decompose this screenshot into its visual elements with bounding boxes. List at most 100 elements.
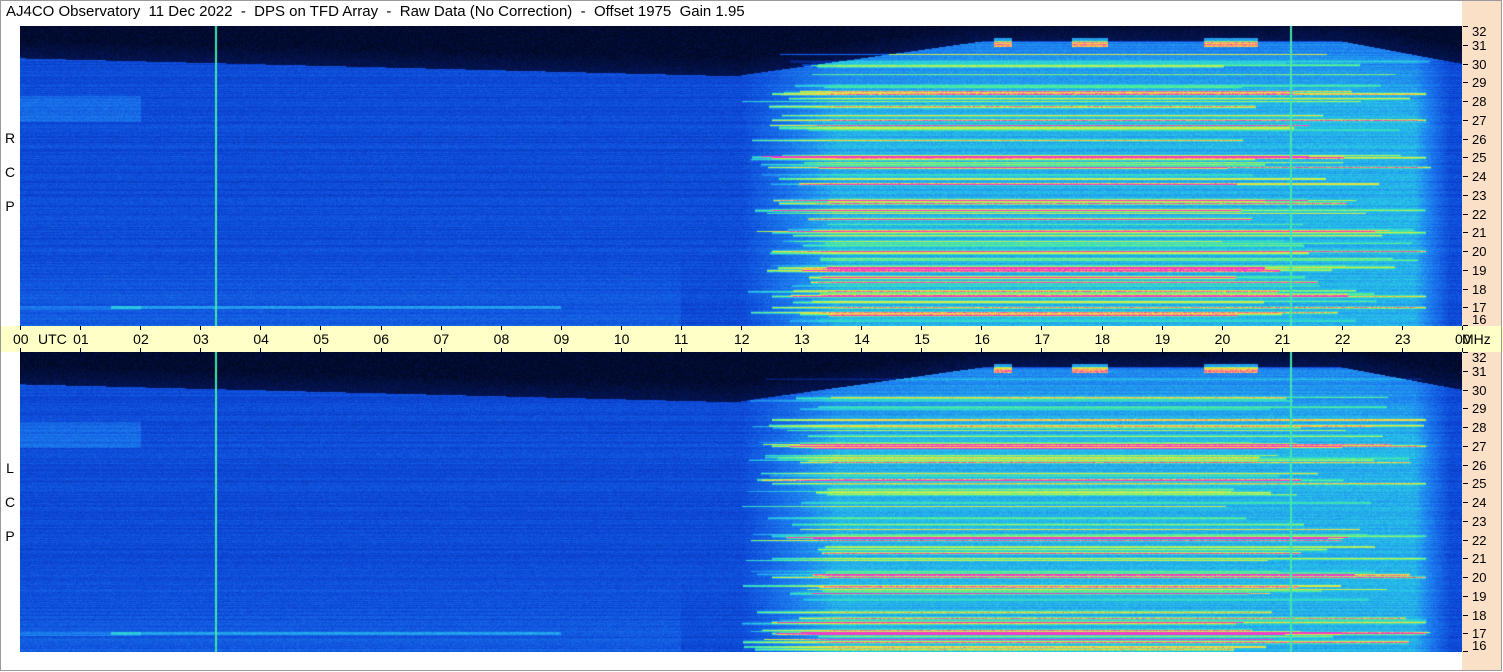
utc-tick-mark <box>680 326 682 330</box>
utc-tick-mark <box>620 326 622 330</box>
polarization-letter: C <box>4 494 16 510</box>
utc-tick-mark <box>440 348 442 352</box>
frequency-tick-label: 18 <box>1472 281 1487 297</box>
frequency-tick-mark <box>1463 651 1468 652</box>
frequency-tick-mark <box>1463 232 1468 234</box>
utc-tick-mark <box>921 326 923 330</box>
frequency-tick-label: 17 <box>1472 300 1487 316</box>
utc-tick-mark <box>1221 348 1223 352</box>
frequency-tick-mark <box>1463 194 1468 196</box>
frequency-tick-mark <box>1463 595 1468 597</box>
frequency-tick-label: 30 <box>1472 56 1487 72</box>
frequency-tick-label: 25 <box>1472 476 1487 492</box>
lcp-spectrogram-canvas <box>20 352 1462 652</box>
utc-tick-label: 23 <box>1394 331 1411 347</box>
utc-tick-label: 07 <box>433 331 450 347</box>
frequency-tick-mark <box>1463 502 1468 503</box>
utc-tick-mark <box>80 348 82 352</box>
frequency-tick-mark <box>1463 389 1468 391</box>
utc-tick-mark <box>1462 326 1463 330</box>
frequency-tick-label: 31 <box>1472 363 1487 379</box>
utc-tick-mark <box>1041 326 1043 330</box>
frequency-tick-mark <box>1463 352 1468 353</box>
utc-tick-mark <box>1341 348 1343 352</box>
frequency-tick-label: 19 <box>1472 588 1487 604</box>
utc-tick-mark <box>320 348 322 352</box>
utc-tick-mark <box>560 348 562 352</box>
utc-tick-mark <box>861 348 863 352</box>
utc-tick-mark <box>500 348 502 352</box>
frequency-tick-mark <box>1463 614 1468 616</box>
frequency-tick-mark <box>1463 539 1468 541</box>
utc-axis-label: UTC <box>38 331 67 347</box>
lcp-polarization-label: L C P <box>3 451 17 553</box>
utc-tick-mark <box>1281 348 1283 352</box>
lcp-frequency-axis: 16 17 18 19 20 21 22 23 24 25 26 27 28 29 30 31 32 <box>1462 350 1502 652</box>
utc-tick-mark <box>380 348 382 352</box>
utc-tick-label: 01 <box>73 331 89 347</box>
utc-tick-label: 19 <box>1154 331 1171 347</box>
utc-time-axis: UTC MHz 00 01 02 03 04 05 06 07 08 09 10 11 12 13 14 15… <box>0 326 1503 352</box>
frequency-tick-mark <box>1463 520 1468 522</box>
frequency-tick-label: 32 <box>1472 350 1487 365</box>
frequency-tick-label: 26 <box>1472 131 1487 147</box>
utc-tick-label: 04 <box>253 331 269 347</box>
utc-tick-mark <box>801 348 803 352</box>
frequency-tick-label: 18 <box>1472 607 1487 623</box>
utc-tick-mark <box>200 326 202 330</box>
utc-tick-label: 15 <box>914 331 930 347</box>
frequency-tick-mark <box>1463 176 1468 177</box>
frequency-tick-mark <box>1463 157 1468 159</box>
utc-tick-mark <box>981 348 983 352</box>
utc-tick-label: 09 <box>553 331 570 347</box>
utc-tick-mark <box>801 326 803 330</box>
utc-tick-mark <box>741 348 742 352</box>
utc-tick-mark <box>1101 348 1103 352</box>
frequency-tick-mark <box>1463 288 1468 290</box>
frequency-tick-label: 29 <box>1472 401 1487 417</box>
utc-tick-mark <box>861 326 863 330</box>
frequency-tick-mark <box>1463 213 1468 215</box>
frequency-tick-mark <box>1463 269 1468 271</box>
frequency-tick-mark <box>1463 445 1468 447</box>
frequency-tick-label: 19 <box>1472 262 1487 278</box>
utc-tick-mark <box>741 326 742 330</box>
frequency-tick-label: 27 <box>1472 112 1487 128</box>
frequency-tick-mark <box>1463 370 1468 372</box>
utc-tick-label: 17 <box>1034 331 1050 347</box>
utc-tick-label: 12 <box>734 331 750 347</box>
frequency-tick-label: 28 <box>1472 94 1487 109</box>
frequency-tick-mark <box>1463 138 1468 140</box>
frequency-tick-mark <box>1463 26 1468 27</box>
utc-tick-label: 13 <box>794 331 810 347</box>
polarization-letter: P <box>5 198 15 214</box>
utc-tick-mark <box>20 348 21 352</box>
polarization-letter: L <box>6 460 14 476</box>
rcp-frequency-axis: 16 17 18 19 20 21 22 23 24 25 26 27 28 29 30 31 32 <box>1462 25 1502 326</box>
utc-tick-label: 06 <box>373 331 390 347</box>
utc-tick-mark <box>680 348 682 352</box>
utc-tick-mark <box>1401 326 1403 330</box>
utc-tick-mark <box>380 326 382 330</box>
utc-tick-mark <box>20 326 21 330</box>
utc-tick-mark <box>320 326 322 330</box>
frequency-tick-mark <box>1463 483 1468 485</box>
frequency-tick-mark <box>1463 101 1468 102</box>
utc-tick-label: 18 <box>1094 331 1111 347</box>
utc-tick-mark <box>921 348 923 352</box>
frequency-tick-mark <box>1463 307 1468 309</box>
utc-tick-label: 21 <box>1274 331 1291 347</box>
frequency-tick-label: 27 <box>1472 438 1487 454</box>
frequency-tick-mark <box>1463 577 1468 578</box>
rcp-spectrogram-canvas <box>20 26 1462 326</box>
frequency-tick-label: 21 <box>1472 551 1487 567</box>
utc-tick-label: 16 <box>974 331 990 347</box>
utc-tick-mark <box>1221 326 1223 330</box>
polarization-letter: P <box>5 528 15 544</box>
frequency-tick-label: 21 <box>1472 225 1487 241</box>
frequency-tick-label: 31 <box>1472 37 1487 53</box>
lcp-spectrogram <box>20 352 1462 652</box>
utc-tick-mark <box>80 326 82 330</box>
utc-tick-mark <box>1462 348 1463 352</box>
frequency-tick-label: 22 <box>1472 206 1487 222</box>
